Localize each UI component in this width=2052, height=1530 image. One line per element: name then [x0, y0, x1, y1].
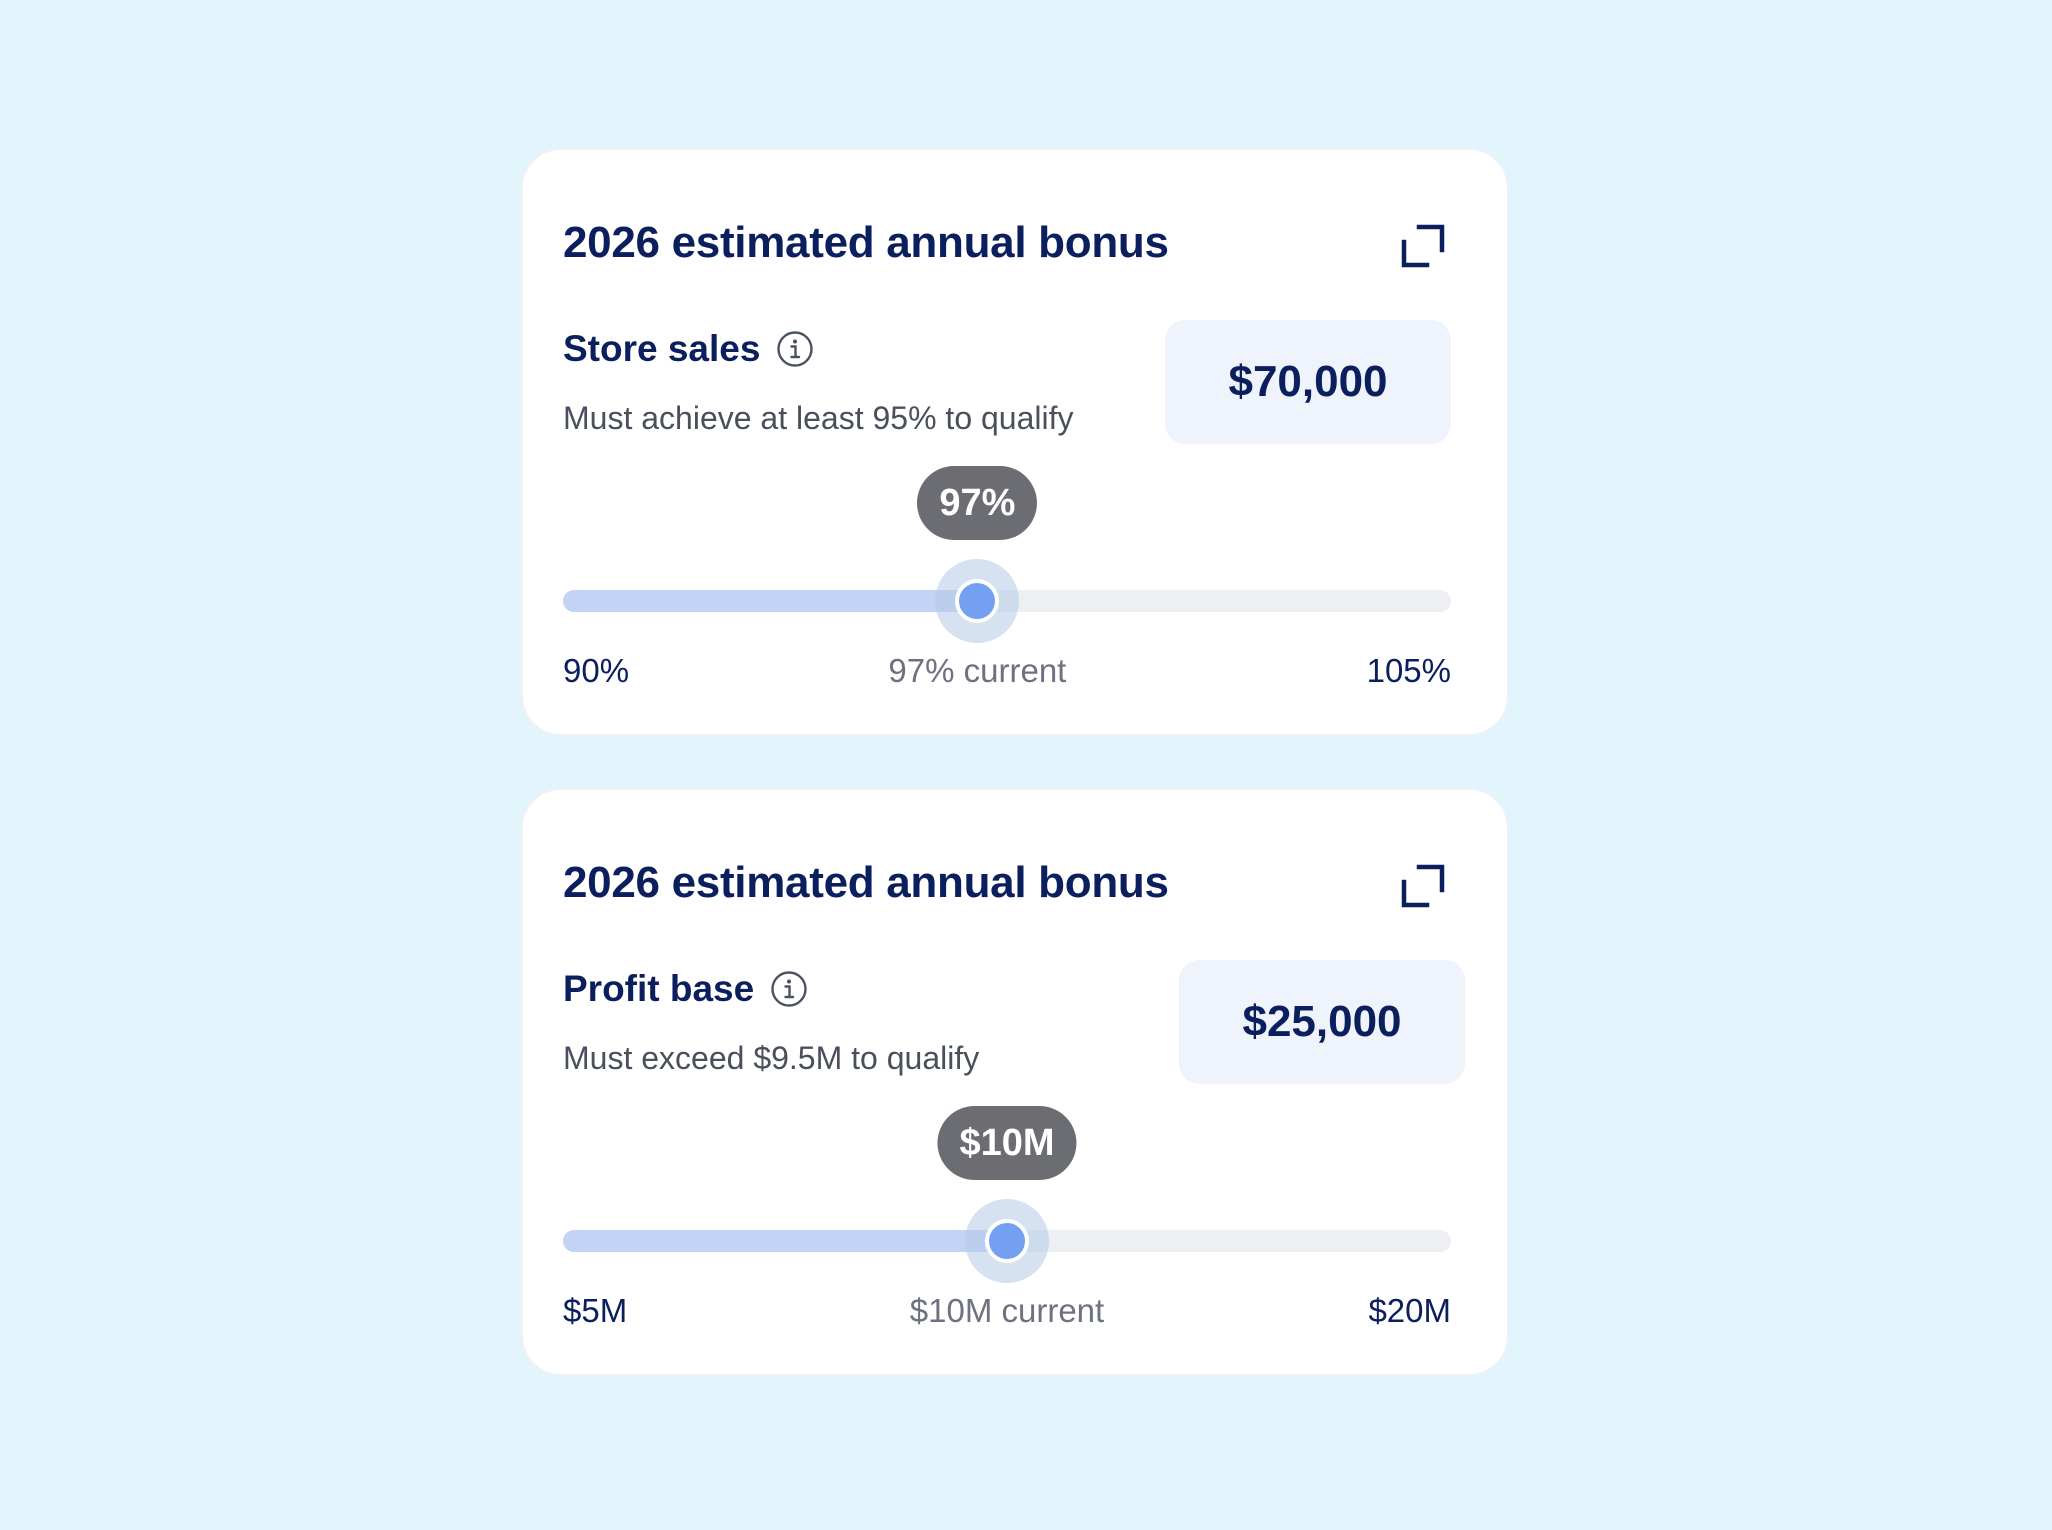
info-icon[interactable] — [770, 970, 808, 1008]
qualify-description: Must exceed $9.5M to qualify — [563, 1040, 980, 1076]
slider-min-label: $5M — [563, 1292, 628, 1329]
slider-max-label: $20M — [1368, 1292, 1451, 1329]
expand-button[interactable] — [1391, 214, 1455, 278]
card-title: 2026 estimated annual bonus — [563, 218, 1169, 267]
expand-button[interactable] — [1391, 854, 1455, 918]
slider-value-tooltip: 97% — [917, 466, 1038, 540]
slider-thumb[interactable] — [955, 579, 1000, 623]
info-icon[interactable] — [776, 330, 814, 368]
store-sales-slider[interactable]: 97% — [563, 466, 1451, 643]
card-title: 2026 estimated annual bonus — [563, 858, 1169, 907]
bonus-amount: $25,000 — [1179, 960, 1465, 1084]
metric-label: Store sales — [563, 328, 814, 370]
slider-value-tooltip: $10M — [937, 1106, 1077, 1180]
qualify-description: Must achieve at least 95% to qualify — [563, 400, 1074, 436]
slider-handle[interactable] — [935, 559, 1020, 643]
profit-base-slider[interactable]: $10M — [563, 1106, 1451, 1283]
slider-fill — [563, 590, 978, 612]
bonus-card-profit-base: 2026 estimated annual bonus Profit base … — [521, 788, 1509, 1376]
slider-thumb[interactable] — [985, 1219, 1029, 1263]
slider-min-label: 90% — [563, 652, 630, 689]
expand-icon — [1401, 864, 1445, 908]
bonus-card-store-sales: 2026 estimated annual bonus Store sales … — [521, 148, 1509, 736]
slider-current-label: $10M current — [909, 1292, 1105, 1329]
metric-name: Profit base — [563, 968, 755, 1009]
bonus-amount: $70,000 — [1165, 320, 1451, 444]
metric-name: Store sales — [563, 328, 761, 369]
slider-handle[interactable] — [965, 1199, 1049, 1283]
slider-fill — [563, 1230, 1007, 1252]
metric-label: Profit base — [563, 968, 808, 1010]
expand-icon — [1401, 224, 1445, 268]
slider-current-label: 97% current — [888, 652, 1067, 689]
slider-max-label: 105% — [1366, 652, 1451, 689]
